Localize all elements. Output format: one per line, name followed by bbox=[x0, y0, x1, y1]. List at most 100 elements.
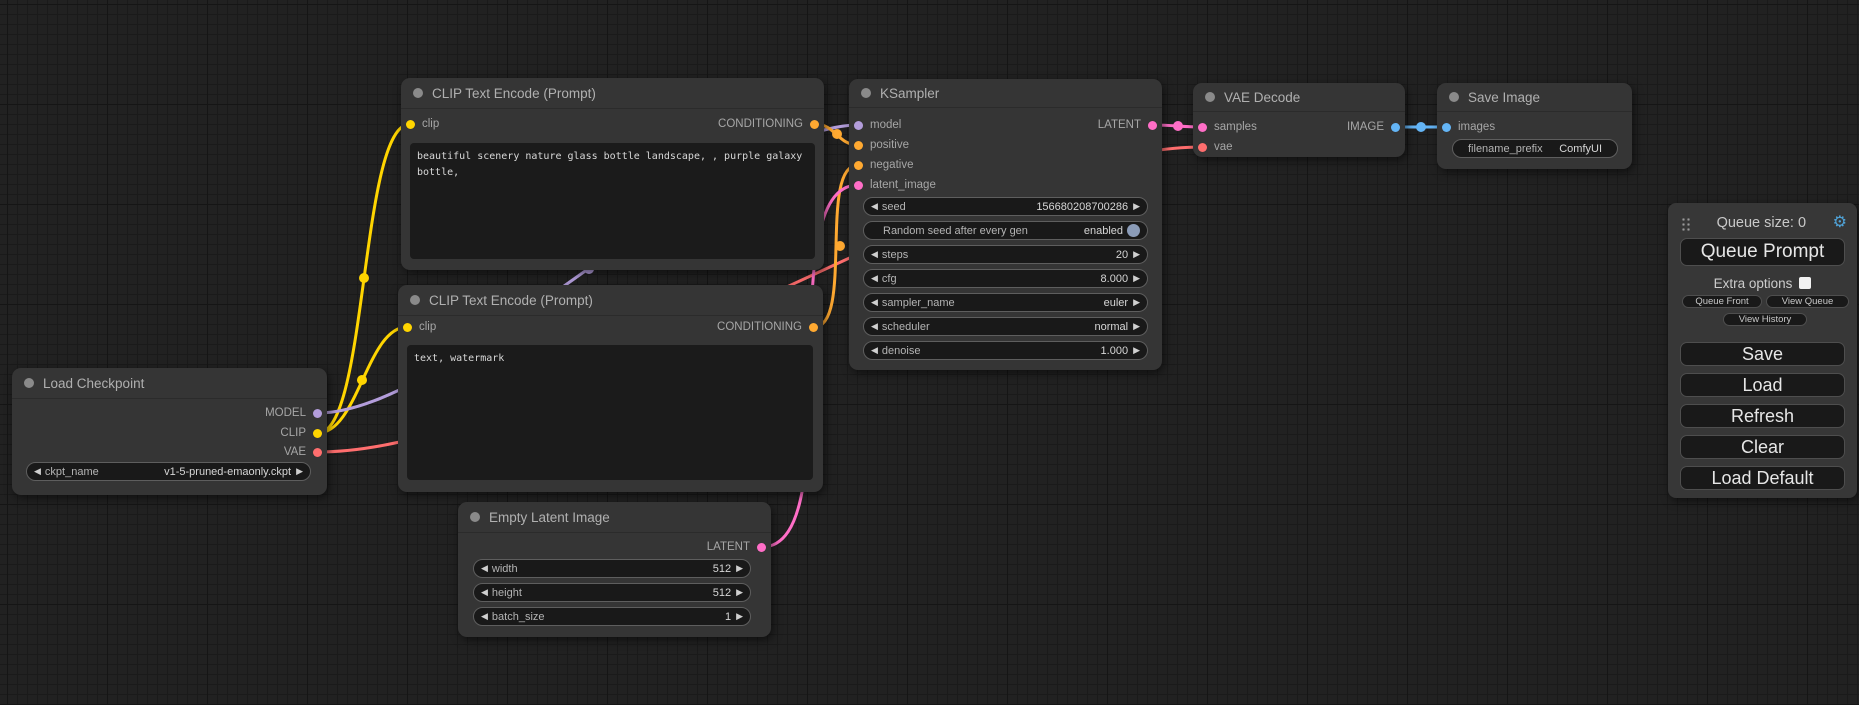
arrow-left-icon[interactable]: ◀ bbox=[481, 612, 488, 621]
output-slot-conditioning[interactable]: CONDITIONING bbox=[717, 317, 823, 337]
batch-size-widget[interactable]: ◀ batch_size 1 ▶ bbox=[473, 607, 751, 626]
output-slot-conditioning[interactable]: CONDITIONING bbox=[718, 114, 824, 134]
queue-panel-header[interactable]: Queue size: 0 ⚙ bbox=[1668, 211, 1857, 235]
clip-port-icon[interactable] bbox=[403, 323, 412, 332]
node-header[interactable]: Empty Latent Image bbox=[458, 502, 771, 533]
clip-port-icon[interactable] bbox=[313, 429, 322, 438]
node-load-checkpoint[interactable]: Load Checkpoint MODEL CLIP VAE ◀ ckpt_na… bbox=[12, 368, 327, 495]
output-slot-model[interactable]: MODEL bbox=[265, 403, 327, 423]
arrow-right-icon[interactable]: ▶ bbox=[1133, 250, 1140, 259]
steps-widget[interactable]: ◀ steps 20 ▶ bbox=[863, 245, 1148, 264]
output-slot-vae[interactable]: VAE bbox=[284, 442, 327, 462]
vae-port-icon[interactable] bbox=[1198, 143, 1207, 152]
arrow-left-icon[interactable]: ◀ bbox=[871, 202, 878, 211]
refresh-button[interactable]: Refresh bbox=[1680, 404, 1845, 428]
height-widget[interactable]: ◀ height 512 ▶ bbox=[473, 583, 751, 602]
arrow-right-icon[interactable]: ▶ bbox=[736, 612, 743, 621]
vae-port-icon[interactable] bbox=[313, 448, 322, 457]
load-default-button[interactable]: Load Default bbox=[1680, 466, 1845, 490]
arrow-right-icon[interactable]: ▶ bbox=[736, 564, 743, 573]
positive-prompt-textarea[interactable]: beautiful scenery nature glass bottle la… bbox=[410, 143, 815, 259]
node-save-image[interactable]: Save Image images filename_prefix ComfyU… bbox=[1437, 83, 1632, 169]
latent-port-icon[interactable] bbox=[757, 543, 766, 552]
collapse-dot-icon[interactable] bbox=[861, 88, 871, 98]
queue-prompt-button[interactable]: Queue Prompt bbox=[1680, 238, 1845, 266]
input-slot-positive[interactable]: positive bbox=[849, 135, 909, 155]
arrow-left-icon[interactable]: ◀ bbox=[481, 588, 488, 597]
arrow-left-icon[interactable]: ◀ bbox=[871, 346, 878, 355]
node-vae-decode[interactable]: VAE Decode samples vae IMAGE bbox=[1193, 83, 1405, 157]
conditioning-port-icon[interactable] bbox=[854, 161, 863, 170]
input-slot-model[interactable]: model bbox=[849, 115, 901, 135]
input-slot-images[interactable]: images bbox=[1437, 117, 1495, 137]
gear-icon[interactable]: ⚙ bbox=[1833, 215, 1847, 231]
node-header[interactable]: Load Checkpoint bbox=[12, 368, 327, 399]
node-header[interactable]: VAE Decode bbox=[1193, 83, 1405, 112]
node-clip-text-encode-negative[interactable]: CLIP Text Encode (Prompt) clip CONDITION… bbox=[398, 285, 823, 492]
node-header[interactable]: Save Image bbox=[1437, 83, 1632, 112]
output-slot-latent[interactable]: LATENT bbox=[707, 537, 771, 557]
view-history-button[interactable]: View History bbox=[1723, 313, 1807, 326]
cfg-widget[interactable]: ◀ cfg 8.000 ▶ bbox=[863, 269, 1148, 288]
conditioning-port-icon[interactable] bbox=[854, 141, 863, 150]
extra-options-checkbox[interactable] bbox=[1799, 277, 1811, 289]
collapse-dot-icon[interactable] bbox=[413, 88, 423, 98]
arrow-right-icon[interactable]: ▶ bbox=[1133, 322, 1140, 331]
arrow-right-icon[interactable]: ▶ bbox=[1133, 202, 1140, 211]
node-empty-latent-image[interactable]: Empty Latent Image LATENT ◀ width 512 ▶ … bbox=[458, 502, 771, 637]
node-header[interactable]: CLIP Text Encode (Prompt) bbox=[398, 285, 823, 316]
queue-panel[interactable]: Queue size: 0 ⚙ Queue Prompt Extra optio… bbox=[1668, 203, 1857, 498]
collapse-dot-icon[interactable] bbox=[1449, 92, 1459, 102]
arrow-right-icon[interactable]: ▶ bbox=[1133, 346, 1140, 355]
ckpt-name-widget[interactable]: ◀ ckpt_name v1-5-pruned-emaonly.ckpt ▶ bbox=[26, 462, 311, 481]
image-port-icon[interactable] bbox=[1442, 123, 1451, 132]
arrow-left-icon[interactable]: ◀ bbox=[871, 322, 878, 331]
sampler-name-widget[interactable]: ◀ sampler_name euler ▶ bbox=[863, 293, 1148, 312]
input-slot-clip[interactable]: clip bbox=[401, 114, 439, 134]
latent-port-icon[interactable] bbox=[1148, 121, 1157, 130]
output-slot-clip[interactable]: CLIP bbox=[280, 423, 327, 443]
input-slot-samples[interactable]: samples bbox=[1193, 117, 1257, 137]
clip-port-icon[interactable] bbox=[406, 120, 415, 129]
conditioning-port-icon[interactable] bbox=[810, 120, 819, 129]
negative-prompt-textarea[interactable]: text, watermark bbox=[407, 345, 813, 480]
model-port-icon[interactable] bbox=[854, 121, 863, 130]
comfyui-canvas[interactable]: { "colors": { "model": "#B39DDB", "clip"… bbox=[0, 0, 1859, 705]
arrow-right-icon[interactable]: ▶ bbox=[1133, 298, 1140, 307]
denoise-widget[interactable]: ◀ denoise 1.000 ▶ bbox=[863, 341, 1148, 360]
node-header[interactable]: CLIP Text Encode (Prompt) bbox=[401, 78, 824, 109]
latent-port-icon[interactable] bbox=[1198, 123, 1207, 132]
output-slot-latent[interactable]: LATENT bbox=[1098, 115, 1162, 135]
arrow-left-icon[interactable]: ◀ bbox=[871, 274, 878, 283]
width-widget[interactable]: ◀ width 512 ▶ bbox=[473, 559, 751, 578]
collapse-dot-icon[interactable] bbox=[1205, 92, 1215, 102]
arrow-right-icon[interactable]: ▶ bbox=[736, 588, 743, 597]
input-slot-vae[interactable]: vae bbox=[1193, 137, 1233, 157]
random-seed-toggle-widget[interactable]: Random seed after every gen enabled bbox=[863, 221, 1148, 240]
model-port-icon[interactable] bbox=[313, 409, 322, 418]
conditioning-port-icon[interactable] bbox=[809, 323, 818, 332]
clear-button[interactable]: Clear bbox=[1680, 435, 1845, 459]
filename-prefix-widget[interactable]: filename_prefix ComfyUI bbox=[1452, 139, 1618, 158]
node-header[interactable]: KSampler bbox=[849, 79, 1162, 108]
arrow-right-icon[interactable]: ▶ bbox=[1133, 274, 1140, 283]
drag-handle-icon[interactable] bbox=[1680, 216, 1690, 231]
arrow-left-icon[interactable]: ◀ bbox=[34, 467, 41, 476]
node-clip-text-encode-positive[interactable]: CLIP Text Encode (Prompt) clip CONDITION… bbox=[401, 78, 824, 270]
node-ksampler[interactable]: KSampler model positive negative latent_… bbox=[849, 79, 1162, 370]
arrow-left-icon[interactable]: ◀ bbox=[871, 250, 878, 259]
collapse-dot-icon[interactable] bbox=[24, 378, 34, 388]
seed-widget[interactable]: ◀ seed 156680208700286 ▶ bbox=[863, 197, 1148, 216]
queue-front-button[interactable]: Queue Front bbox=[1682, 295, 1762, 308]
load-button[interactable]: Load bbox=[1680, 373, 1845, 397]
input-slot-clip[interactable]: clip bbox=[398, 317, 436, 337]
output-slot-image[interactable]: IMAGE bbox=[1347, 117, 1405, 137]
latent-port-icon[interactable] bbox=[854, 181, 863, 190]
input-slot-latent-image[interactable]: latent_image bbox=[849, 175, 936, 195]
toggle-enabled-icon[interactable] bbox=[1127, 224, 1140, 237]
view-queue-button[interactable]: View Queue bbox=[1766, 295, 1849, 308]
input-slot-negative[interactable]: negative bbox=[849, 155, 913, 175]
arrow-left-icon[interactable]: ◀ bbox=[871, 298, 878, 307]
scheduler-widget[interactable]: ◀ scheduler normal ▶ bbox=[863, 317, 1148, 336]
arrow-left-icon[interactable]: ◀ bbox=[481, 564, 488, 573]
